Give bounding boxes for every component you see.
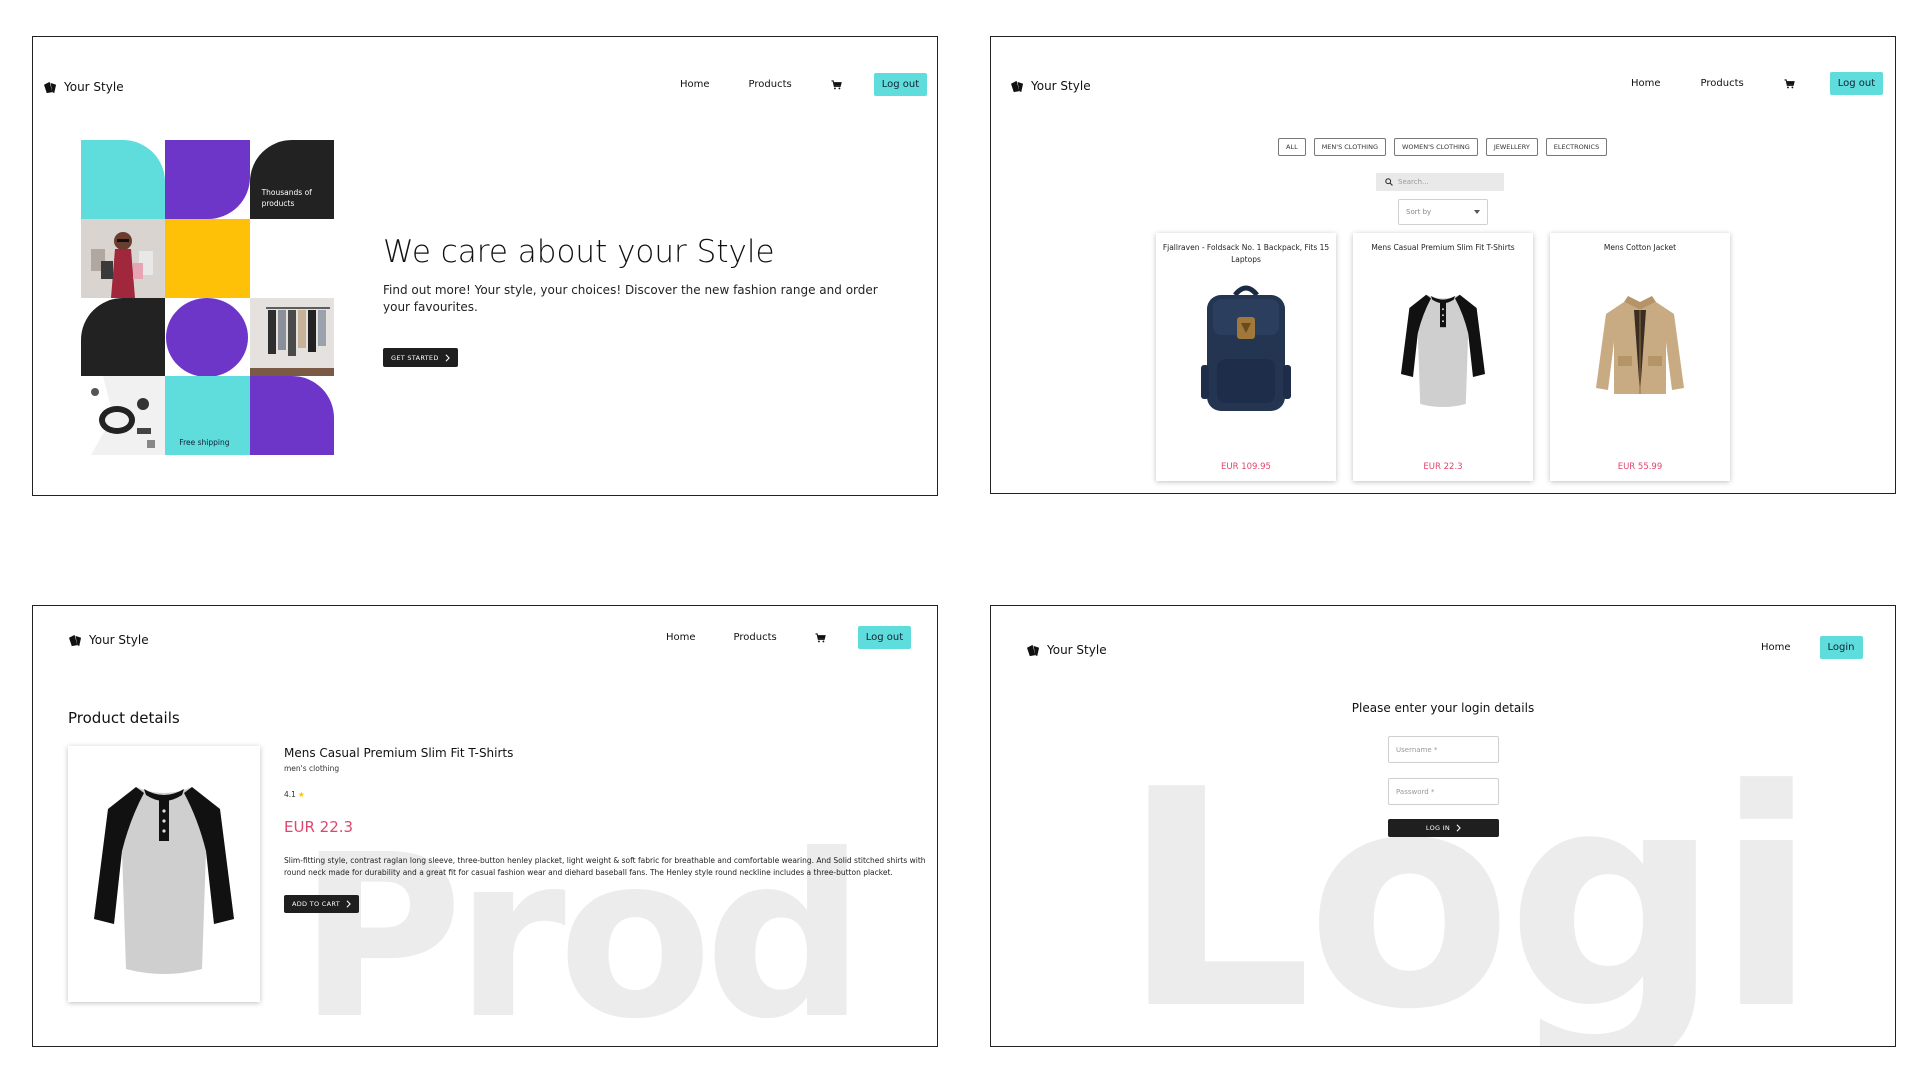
search-icon [1385, 178, 1393, 186]
product-card[interactable]: Mens Casual Premium Slim Fit T-Shirts EU… [1353, 233, 1533, 481]
filter-womens-clothing-chip[interactable]: WOMEN'S CLOTHING [1393, 138, 1478, 156]
username-placeholder: Username * [1396, 746, 1438, 754]
nav-home-link[interactable]: Home [1631, 78, 1661, 89]
bags-logo-icon [43, 81, 58, 94]
search-input[interactable]: Search... [1376, 173, 1504, 191]
product-details-panel: Prod Your Style Home Products Log out Pr… [32, 605, 938, 1047]
hero-mosaic: Thousands of products Free shipping [81, 140, 334, 455]
login-submit-label: LOG IN [1425, 824, 1451, 832]
cart-icon[interactable] [1784, 79, 1795, 89]
filter-jewellery-chip[interactable]: JEWELLERY [1485, 138, 1538, 156]
navbar: Home Products Log out [1631, 72, 1884, 95]
login-nav-button[interactable]: Login [1819, 636, 1863, 659]
password-placeholder: Password * [1396, 788, 1435, 796]
brand-name: Your Style [64, 80, 124, 94]
chevron-right-icon [445, 354, 450, 362]
filter-all-chip[interactable]: ALL [1278, 138, 1306, 156]
brand[interactable]: Your Style [68, 633, 149, 647]
product-card-price: EUR 22.3 [1423, 462, 1463, 472]
mosaic-tile-purple-leaf [249, 376, 334, 455]
password-field[interactable]: Password * [1388, 778, 1499, 805]
logout-button[interactable]: Log out [857, 626, 912, 649]
product-card-price: EUR 109.95 [1221, 462, 1271, 472]
username-field[interactable]: Username * [1388, 736, 1499, 763]
product-price: EUR 22.3 [284, 818, 354, 836]
product-card-title: Fjallraven - Foldsack No. 1 Backpack, Fi… [1162, 243, 1330, 264]
thousands-products-label: Thousands of products [261, 188, 312, 208]
navbar: Home Products Log out [666, 626, 912, 649]
add-to-cart-label: ADD TO CART [292, 900, 340, 908]
sort-by-select[interactable]: Sort by [1398, 199, 1488, 225]
login-panel: Logi Your Style Home Login Please enter … [990, 605, 1896, 1047]
mosaic-tile-purple [165, 140, 250, 219]
navbar: Home Products Log out [680, 73, 928, 96]
product-card[interactable]: Fjallraven - Foldsack No. 1 Backpack, Fi… [1156, 233, 1336, 481]
brand-name: Your Style [1031, 79, 1091, 93]
bags-logo-icon [1010, 80, 1025, 93]
mosaic-tile-yellow [165, 218, 250, 298]
product-rating: 4.1 ★ [284, 790, 305, 799]
product-card-title: Mens Casual Premium Slim Fit T-Shirts [1371, 243, 1515, 252]
landing-panel: Your Style Home Products Log out Thousan… [32, 36, 938, 496]
mosaic-tile-shipping: Free shipping [165, 376, 250, 455]
bags-logo-icon [1026, 644, 1041, 657]
mosaic-tile-cyan [81, 140, 166, 219]
login-prompt: Please enter your login details [1351, 701, 1535, 715]
catalog-panel: Your Style Home Products Log out ALL MEN… [990, 36, 1896, 494]
tshirt-image [1373, 277, 1513, 417]
chevron-right-icon [346, 900, 351, 908]
nav-products-link[interactable]: Products [749, 79, 792, 90]
hero-subtitle: Find out more! Your style, your choices!… [383, 283, 878, 315]
product-name: Mens Casual Premium Slim Fit T-Shirts [284, 746, 514, 760]
mosaic-tile-products: Thousands of products [249, 140, 334, 219]
mosaic-tile-dark [81, 297, 166, 377]
product-card-title: Mens Cotton Jacket [1603, 243, 1677, 252]
mosaic-tile-purple-circle [165, 297, 249, 377]
product-image [68, 746, 260, 1002]
mosaic-tile-white [249, 218, 334, 298]
hero-title: We care about your Style [383, 234, 775, 270]
free-shipping-label: Free shipping [179, 438, 230, 448]
clothes-rack-image [249, 297, 334, 377]
bags-logo-icon [68, 634, 83, 647]
brand[interactable]: Your Style [1026, 643, 1107, 657]
sort-by-label: Sort by [1406, 208, 1432, 216]
tshirt-image [84, 769, 244, 979]
filter-mens-clothing-chip[interactable]: MEN'S CLOTHING [1313, 138, 1386, 156]
navbar: Home Login [1761, 636, 1863, 659]
login-submit-button[interactable]: LOG IN [1388, 819, 1499, 837]
brand[interactable]: Your Style [43, 80, 124, 94]
add-to-cart-button[interactable]: ADD TO CART [284, 895, 359, 913]
product-category: men's clothing [284, 764, 340, 773]
logout-button[interactable]: Log out [873, 73, 928, 96]
filter-electronics-chip[interactable]: ELECTRONICS [1545, 138, 1608, 156]
brand-name: Your Style [1047, 643, 1107, 657]
page-title: Product details [68, 709, 180, 727]
product-card[interactable]: Mens Cotton Jacket EUR 55.99 [1550, 233, 1730, 481]
cart-icon[interactable] [831, 80, 842, 90]
category-filters: ALL MEN'S CLOTHING WOMEN'S CLOTHING JEWE… [1278, 138, 1608, 156]
brand[interactable]: Your Style [1010, 79, 1091, 93]
search-placeholder: Search... [1398, 178, 1429, 186]
jacket-image [1570, 277, 1710, 417]
get-started-label: GET STARTED [391, 353, 439, 362]
get-started-button[interactable]: GET STARTED [383, 348, 458, 367]
logout-button[interactable]: Log out [1829, 72, 1884, 95]
nav-home-link[interactable]: Home [680, 79, 710, 90]
product-card-price: EUR 55.99 [1617, 462, 1663, 472]
nav-home-link[interactable]: Home [666, 632, 696, 643]
caret-down-icon [1474, 210, 1480, 214]
product-description: Slim-fitting style, contrast raglan long… [284, 856, 926, 877]
nav-home-link[interactable]: Home [1761, 642, 1791, 653]
nav-products-link[interactable]: Products [1701, 78, 1744, 89]
nav-products-link[interactable]: Products [734, 632, 777, 643]
backpack-image [1176, 277, 1316, 417]
shopping-woman-image [81, 218, 166, 298]
rating-value: 4.1 [284, 790, 296, 799]
chevron-right-icon [1456, 824, 1461, 832]
star-icon: ★ [297, 790, 305, 799]
cart-icon[interactable] [815, 633, 826, 643]
accessories-flatlay-image [81, 376, 165, 455]
brand-name: Your Style [89, 633, 149, 647]
